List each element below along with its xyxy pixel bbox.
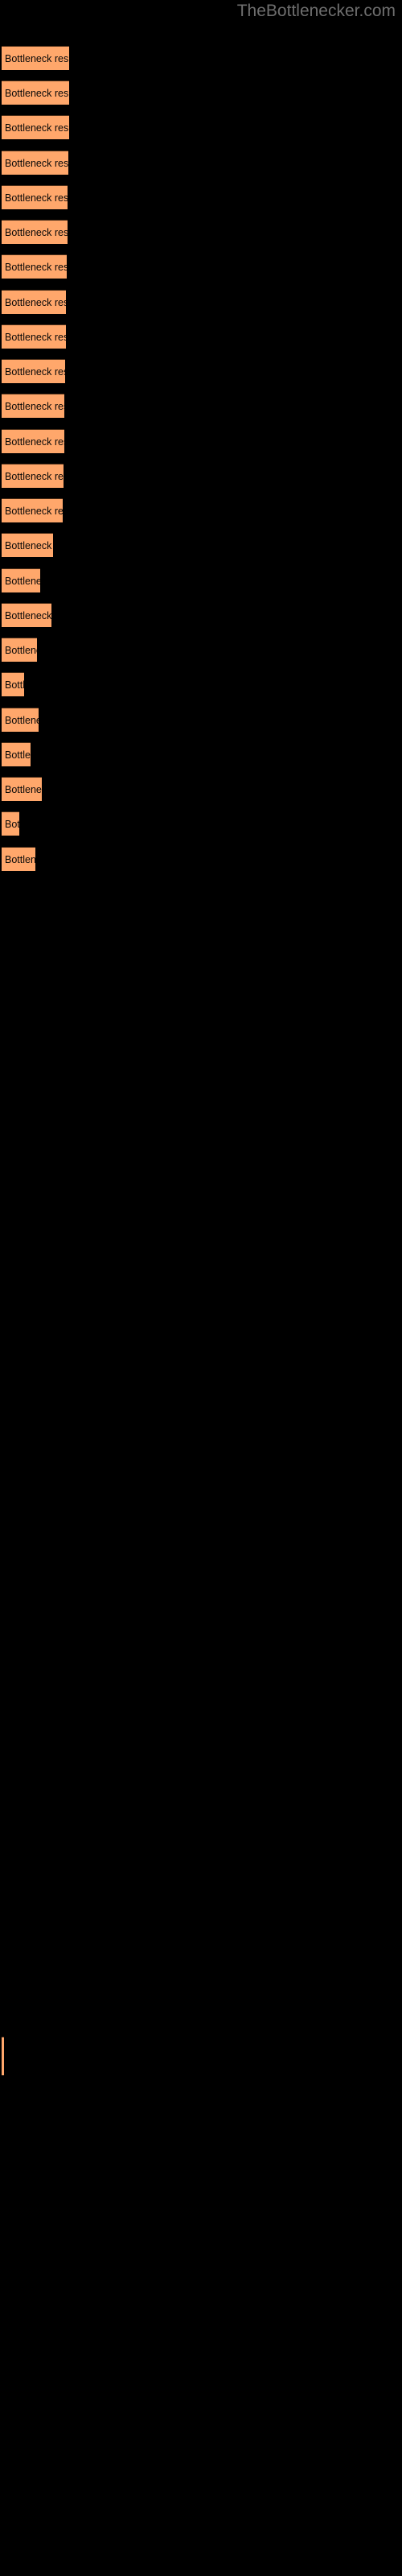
bar-19: Bottleneck result — [2, 672, 24, 696]
bar-13: Bottleneck result — [2, 464, 64, 488]
bar-label: Bottleneck result — [5, 714, 39, 726]
bar-label: Bottleneck result — [5, 818, 19, 830]
bar-22: Bottleneck result — [2, 777, 42, 801]
bar-label: Bottleneck result — [5, 749, 31, 761]
bar-23: Bottleneck result — [2, 811, 19, 836]
bar-label: Bottleneck result — [5, 52, 69, 64]
bar-label: Bottleneck result — [5, 505, 63, 517]
bar-5: Bottleneck result — [2, 185, 68, 209]
bar-2: Bottleneck result — [2, 80, 69, 105]
bar-label: Bottleneck result — [5, 470, 64, 482]
bar-label: Bottleneck result — [5, 261, 67, 273]
bar-label: Bottleneck result — [5, 575, 40, 587]
bar-3: Bottleneck result — [2, 115, 69, 139]
bar-series-layer: Bottleneck result Bottleneck result Bottle… — [0, 0, 402, 2576]
bar-24: Bottleneck result — [2, 847, 35, 871]
bar-1: Bottleneck result — [2, 46, 69, 70]
bar-label: Bottleneck result — [5, 436, 64, 448]
bar-label: Bottleneck result — [5, 609, 51, 621]
bar-label: Bottleneck result — [5, 157, 68, 169]
bar-label: Bottleneck result — [5, 365, 65, 378]
bar-label: Bottleneck result — [5, 783, 42, 795]
bar-12: Bottleneck result — [2, 429, 64, 453]
axis-marker — [2, 2037, 4, 2075]
bar-6: Bottleneck result — [2, 220, 68, 244]
bar-label: Bottleneck result — [5, 87, 69, 99]
bar-16: Bottleneck result — [2, 568, 40, 592]
bar-15: Bottleneck result — [2, 533, 53, 557]
bar-20: Bottleneck result — [2, 708, 39, 732]
bar-21: Bottleneck result — [2, 742, 31, 766]
bar-8: Bottleneck result — [2, 290, 66, 314]
bar-10: Bottleneck result — [2, 359, 65, 383]
chart-root: TheBottlenecker.com Bottleneck resultBot… — [0, 0, 402, 2576]
bar-9: Bottleneck result — [2, 324, 66, 349]
bar-label: Bottleneck result — [5, 226, 68, 238]
bar-label: Bottleneck result — [5, 644, 37, 656]
bar-4: Bottleneck result — [2, 151, 68, 175]
bar-label: Bottleneck result — [5, 296, 66, 308]
bar-label: Bottleneck result — [5, 331, 66, 343]
bar-label: Bottleneck result — [5, 192, 68, 204]
bar-label: Bottleneck result — [5, 539, 53, 551]
bar-18: Bottleneck result — [2, 638, 37, 662]
bar-17: Bottleneck result — [2, 603, 51, 627]
bar-label: Bottleneck result — [5, 400, 64, 412]
bar-label: Bottleneck result — [5, 679, 24, 691]
bar-label: Bottleneck result — [5, 122, 69, 134]
bar-label: Bottleneck result — [5, 853, 35, 865]
bar-14: Bottleneck result — [2, 498, 63, 522]
bar-7: Bottleneck result — [2, 254, 67, 279]
bar-11: Bottleneck result — [2, 394, 64, 418]
